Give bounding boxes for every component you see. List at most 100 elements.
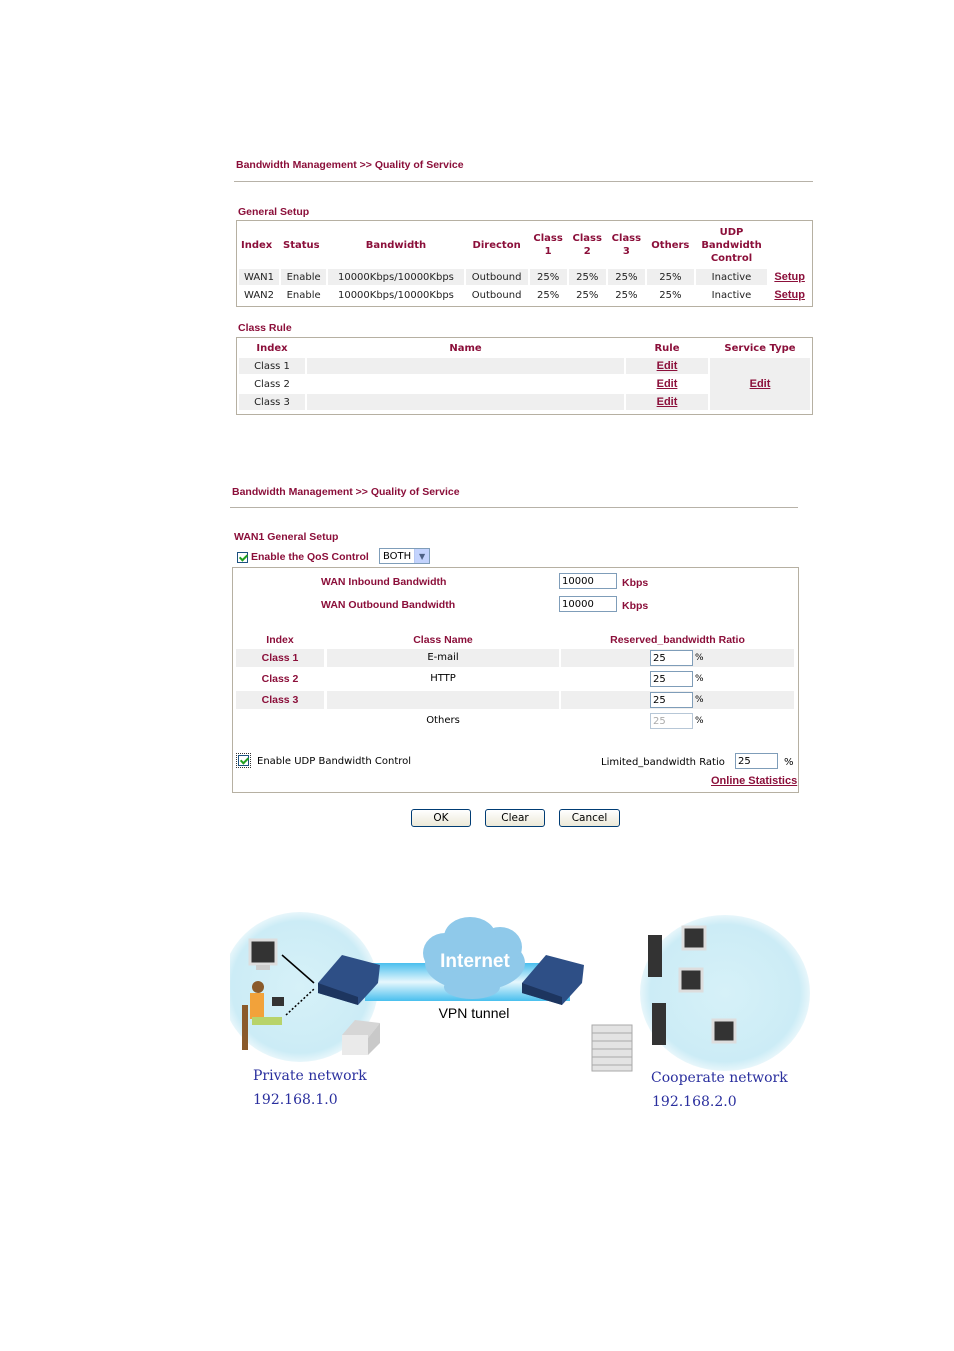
ok-button[interactable]: OK [411, 809, 471, 827]
wan1-general-setup-title: WAN1 General Setup [234, 531, 339, 543]
col-rule: Rule [654, 342, 680, 354]
col-udp-line2: Bandwidth [701, 239, 762, 251]
chevron-down-icon: ▼ [414, 549, 429, 563]
cell-rule: Edit [626, 376, 708, 392]
cell-direction: Outbound [465, 269, 528, 285]
udp-checkbox-focus[interactable] [236, 753, 251, 768]
col-class-name: Class Name [413, 634, 473, 646]
cancel-button[interactable]: Cancel [559, 809, 620, 827]
qos-direction-select[interactable]: BOTH ▼ [379, 548, 430, 564]
divider [234, 181, 813, 182]
general-setup-title: General Setup [238, 206, 310, 218]
table-row: WAN2 Enable 10000Kbps/10000Kbps Outbound… [239, 287, 810, 303]
cell-udp: Inactive [711, 289, 752, 301]
breadcrumb: Bandwidth Management >> Quality of Servi… [232, 486, 460, 498]
cell-index: Class 3 [239, 394, 305, 410]
edit-service-type-link[interactable]: Edit [750, 378, 771, 390]
cell-action: Setup [769, 269, 810, 285]
cell-class1: 25% [529, 269, 567, 285]
udp-checkbox[interactable] [238, 755, 249, 766]
class-name: Others [426, 715, 460, 726]
cell-udp: Inactive [695, 269, 768, 285]
class-name: HTTP [430, 673, 456, 684]
cell-index: Class 1 [239, 358, 305, 374]
vpn-diagram: Internet VPN tunnel Private network 192.… [230, 912, 810, 1110]
cell-rule: Edit [626, 358, 708, 374]
col-class2-line2: 2 [583, 246, 591, 257]
col-class2-line1: Class [572, 233, 602, 244]
cell-rule: Edit [626, 394, 708, 410]
class-ratio-input[interactable] [650, 692, 693, 708]
col-class2: Class 2 [569, 223, 606, 267]
percent-unit: % [695, 653, 704, 663]
cell-class3: 25% [607, 269, 645, 285]
cell-others: 25% [659, 289, 682, 301]
cell-name [307, 394, 624, 410]
table-row: WAN1 Enable 10000Kbps/10000Kbps Outbound… [239, 269, 810, 285]
col-index: Index [241, 239, 273, 251]
cell-class2: 25% [568, 269, 606, 285]
general-setup-table-box: Index Status Bandwidth Directon Class 1 C… [236, 220, 813, 307]
table-row: Class 1 Edit Edit [239, 358, 810, 410]
cell-index: WAN1 [239, 269, 280, 285]
col-index: Index [256, 342, 288, 354]
enable-qos-checkbox[interactable] [237, 551, 248, 563]
edit-rule-class2-link[interactable]: Edit [657, 378, 678, 390]
limited-ratio-input[interactable] [735, 753, 778, 769]
cell-name [307, 358, 624, 374]
online-statistics-link[interactable]: Online Statistics [711, 775, 797, 787]
col-name: Name [449, 342, 482, 354]
col-udp-line3: Control [710, 252, 753, 264]
tunnel-label: VPN tunnel [439, 1005, 510, 1021]
left-network-label: Private network [253, 1068, 367, 1084]
class-index [236, 712, 324, 730]
cooperate-network-bubble [640, 915, 810, 1071]
left-ip-label: 192.168.1.0 [253, 1092, 338, 1108]
col-class3-line2: 3 [622, 246, 630, 257]
class-index: Class 1 [236, 649, 324, 667]
percent-unit: % [695, 674, 704, 684]
general-setup-table: Index Status Bandwidth Directon Class 1 C… [237, 221, 812, 305]
cell-name [307, 376, 624, 392]
class-ratio-input[interactable] [650, 650, 693, 666]
clear-button[interactable]: Clear [485, 809, 545, 827]
setup-link-wan2[interactable]: Setup [774, 289, 805, 301]
cell-service-type: Edit [710, 358, 810, 410]
percent-unit: % [695, 695, 704, 705]
class-rule-table: Index Name Rule Service Type Class 1 Edi… [237, 338, 812, 412]
col-class1: Class 1 [530, 223, 567, 267]
class-index: Class 3 [236, 691, 324, 709]
cell-status: Enable [281, 269, 327, 285]
col-direction: Directon [472, 239, 521, 251]
qos-direction-value: BOTH [383, 550, 412, 562]
col-udp-line1: UDP [719, 226, 744, 238]
breadcrumb: Bandwidth Management >> Quality of Servi… [236, 159, 464, 171]
outbound-bandwidth-input[interactable] [559, 596, 617, 612]
cell-action: Setup [769, 287, 810, 303]
col-service-type: Service Type [724, 342, 796, 354]
right-ip-label: 192.168.2.0 [652, 1094, 737, 1110]
col-bandwidth: Bandwidth [365, 239, 427, 251]
col-action [769, 223, 810, 267]
col-class1-line1: Class [533, 233, 563, 244]
cell-status: Enable [286, 289, 321, 301]
others-ratio-input [650, 713, 693, 729]
pc-icon [248, 938, 278, 970]
outbound-unit: Kbps [622, 600, 649, 612]
class-index: Class 2 [261, 673, 299, 685]
edit-rule-class1-link[interactable]: Edit [657, 360, 678, 372]
edit-rule-class3-link[interactable]: Edit [657, 396, 678, 408]
cell-bandwidth: 10000Kbps/10000Kbps [337, 289, 454, 301]
col-class3-line1: Class [611, 233, 642, 244]
col-udp: UDP Bandwidth Control [696, 223, 768, 267]
outbound-label: WAN Outbound Bandwidth [321, 599, 456, 611]
class-name: E-mail [327, 649, 559, 667]
setup-link-wan1[interactable]: Setup [774, 271, 805, 283]
inbound-bandwidth-input[interactable] [559, 573, 617, 589]
limited-ratio-label: Limited_bandwidth Ratio [601, 757, 725, 768]
limited-ratio-unit: % [784, 757, 794, 768]
right-network-label: Cooperate network [651, 1070, 788, 1086]
cell-direction: Outbound [471, 289, 522, 301]
col-status: Status [283, 239, 320, 251]
class-ratio-input[interactable] [650, 671, 693, 687]
